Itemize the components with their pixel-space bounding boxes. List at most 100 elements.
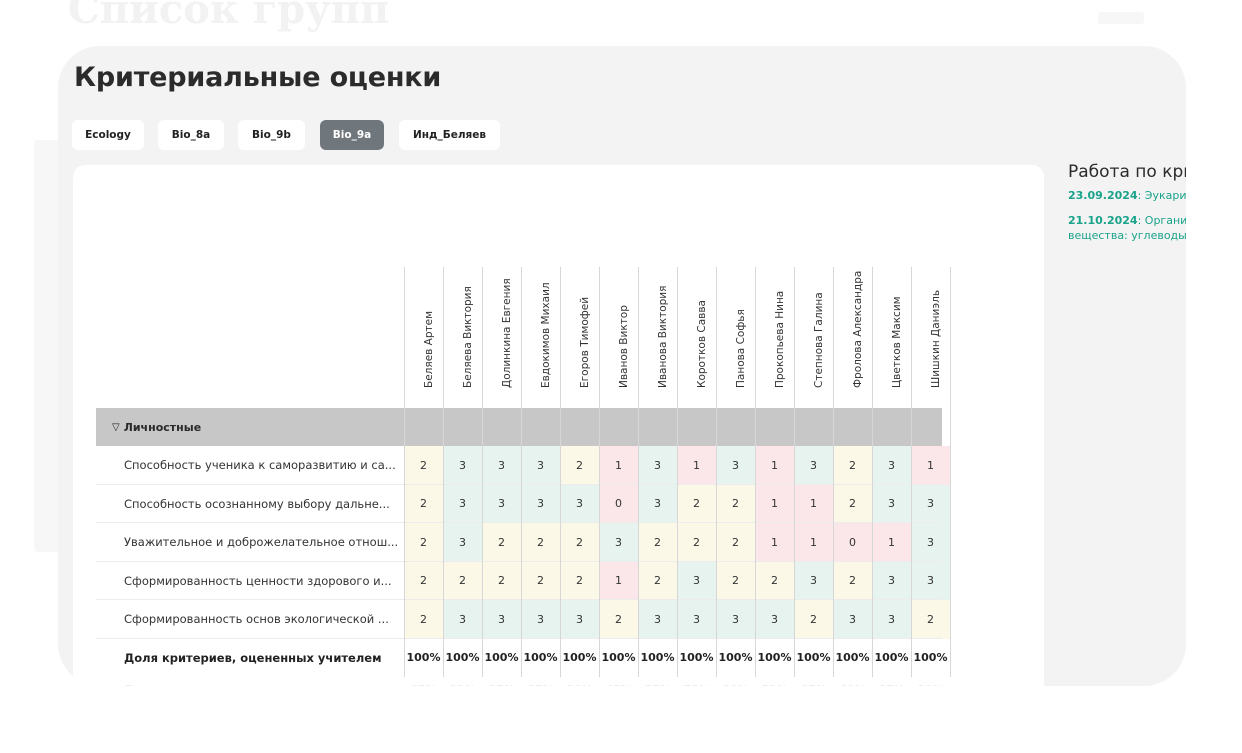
score-cell[interactable]: 3 xyxy=(911,561,950,600)
score-cell[interactable]: 3 xyxy=(872,561,911,600)
score-cell[interactable]: 0 xyxy=(833,523,872,562)
tab-bio-8a[interactable]: Bio_8a xyxy=(158,120,224,150)
score-cell[interactable]: 3 xyxy=(794,446,833,485)
score-cell[interactable]: 1 xyxy=(794,484,833,523)
criterion-label[interactable]: Уважительное и доброжелательное отнош... xyxy=(124,523,402,562)
tab-bio-9a[interactable]: Bio_9a xyxy=(320,120,384,150)
criterion-label[interactable]: Сформированность ценности здорового и... xyxy=(124,562,402,601)
score-cell[interactable]: 2 xyxy=(716,523,755,562)
score-cell[interactable]: 3 xyxy=(755,600,794,639)
score-cell[interactable]: 1 xyxy=(677,446,716,485)
score-cell[interactable]: 3 xyxy=(872,600,911,639)
score-cell[interactable]: 1 xyxy=(755,523,794,562)
score-cell[interactable]: 1 xyxy=(599,561,638,600)
student-column-header[interactable]: Панова Софья xyxy=(716,216,755,408)
score-cell[interactable]: 3 xyxy=(638,446,677,485)
score-cell[interactable]: 3 xyxy=(482,484,521,523)
score-cell[interactable]: 2 xyxy=(755,561,794,600)
student-column-header[interactable]: Цветков Максим xyxy=(872,216,911,408)
student-column-header[interactable]: Беляева Виктория xyxy=(443,216,482,408)
score-cell[interactable]: 3 xyxy=(560,484,599,523)
student-column-header[interactable]: Иванов Виктор xyxy=(599,216,638,408)
score-cell[interactable]: 2 xyxy=(599,600,638,639)
score-cell[interactable]: 3 xyxy=(482,600,521,639)
score-cell[interactable]: 2 xyxy=(404,600,443,639)
student-column-header[interactable]: Иванова Виктория xyxy=(638,216,677,408)
background-placeholder xyxy=(1098,12,1144,24)
score-cell[interactable]: 2 xyxy=(833,446,872,485)
score-cell[interactable]: 2 xyxy=(404,561,443,600)
student-column-header[interactable]: Долинкина Евгения xyxy=(482,216,521,408)
tab-ecology[interactable]: Ecology xyxy=(72,120,144,150)
score-cell[interactable]: 1 xyxy=(872,523,911,562)
score-cell[interactable]: 1 xyxy=(599,446,638,485)
score-cell[interactable]: 2 xyxy=(677,523,716,562)
score-cell[interactable]: 2 xyxy=(482,561,521,600)
score-cell[interactable]: 2 xyxy=(716,484,755,523)
score-cell[interactable]: 3 xyxy=(911,523,950,562)
score-cell[interactable]: 3 xyxy=(638,600,677,639)
score-cell[interactable]: 3 xyxy=(443,600,482,639)
score-cell[interactable]: 3 xyxy=(872,484,911,523)
score-cell[interactable]: 3 xyxy=(911,484,950,523)
score-cell[interactable]: 2 xyxy=(560,561,599,600)
student-column-header[interactable]: Степнова Галина xyxy=(794,216,833,408)
score-cell[interactable]: 2 xyxy=(677,484,716,523)
triangle-down-icon[interactable]: ▽ xyxy=(112,422,120,433)
score-cell[interactable]: 2 xyxy=(521,523,560,562)
score-cell[interactable]: 0 xyxy=(599,484,638,523)
score-cell[interactable]: 3 xyxy=(872,446,911,485)
score-cell[interactable]: 3 xyxy=(677,600,716,639)
score-cell[interactable]: 2 xyxy=(638,523,677,562)
score-cell[interactable]: 3 xyxy=(443,446,482,485)
criterion-label[interactable]: Способность осознанному выбору дальне... xyxy=(124,485,402,524)
score-cell[interactable]: 3 xyxy=(599,523,638,562)
score-cell[interactable]: 1 xyxy=(794,523,833,562)
score-cell[interactable]: 2 xyxy=(833,484,872,523)
score-cell[interactable]: 2 xyxy=(794,600,833,639)
score-cell[interactable]: 3 xyxy=(443,523,482,562)
score-cell[interactable]: 3 xyxy=(716,600,755,639)
student-name: Иванов Виктор xyxy=(618,305,630,388)
score-cell[interactable]: 2 xyxy=(638,561,677,600)
score-cell[interactable]: 2 xyxy=(482,523,521,562)
score-cell[interactable]: 2 xyxy=(833,561,872,600)
student-column-header[interactable]: Егоров Тимофей xyxy=(560,216,599,408)
student-column-header[interactable]: Шишкин Даниэль xyxy=(911,216,950,408)
score-cell[interactable]: 3 xyxy=(833,600,872,639)
tab-ind-belyaev[interactable]: Инд_Беляев xyxy=(399,120,500,150)
score-cell[interactable]: 2 xyxy=(443,561,482,600)
student-column-header[interactable]: Евдокимов Михаил xyxy=(521,216,560,408)
score-cell[interactable]: 3 xyxy=(482,446,521,485)
score-cell[interactable]: 3 xyxy=(521,484,560,523)
student-column-header[interactable]: Прокопьева Нина xyxy=(755,216,794,408)
score-cell[interactable]: 1 xyxy=(911,446,950,485)
criterion-label[interactable]: Способность ученика к саморазвитию и са.… xyxy=(124,446,402,485)
score-cell[interactable]: 2 xyxy=(404,523,443,562)
score-cell[interactable]: 3 xyxy=(716,446,755,485)
score-cell[interactable]: 1 xyxy=(755,446,794,485)
score-cell[interactable]: 3 xyxy=(521,600,560,639)
lesson-link[interactable]: 21.10.2024: Органические вещества: углев… xyxy=(1068,213,1186,243)
score-cell[interactable]: 3 xyxy=(560,600,599,639)
score-cell[interactable]: 3 xyxy=(677,561,716,600)
score-cell[interactable]: 2 xyxy=(560,523,599,562)
score-cell[interactable]: 3 xyxy=(443,484,482,523)
score-cell[interactable]: 2 xyxy=(560,446,599,485)
student-column-header[interactable]: Коротков Савва xyxy=(677,216,716,408)
lesson-link[interactable]: 23.09.2024: Эукариоты xyxy=(1068,188,1186,203)
score-cell[interactable]: 2 xyxy=(521,561,560,600)
score-cell[interactable]: 2 xyxy=(911,600,950,639)
criteria-group-row[interactable]: ▽ Личностные xyxy=(96,408,942,446)
score-cell[interactable]: 3 xyxy=(794,561,833,600)
student-column-header[interactable]: Фролова Александра xyxy=(833,216,872,408)
student-column-header[interactable]: Беляев Артем xyxy=(404,216,443,408)
score-cell[interactable]: 3 xyxy=(638,484,677,523)
score-cell[interactable]: 2 xyxy=(716,561,755,600)
score-cell[interactable]: 1 xyxy=(755,484,794,523)
score-cell[interactable]: 3 xyxy=(521,446,560,485)
tab-bio-9b[interactable]: Bio_9b xyxy=(238,120,305,150)
criterion-label[interactable]: Сформированность основ экологической ... xyxy=(124,600,402,639)
score-cell[interactable]: 2 xyxy=(404,446,443,485)
score-cell[interactable]: 2 xyxy=(404,484,443,523)
